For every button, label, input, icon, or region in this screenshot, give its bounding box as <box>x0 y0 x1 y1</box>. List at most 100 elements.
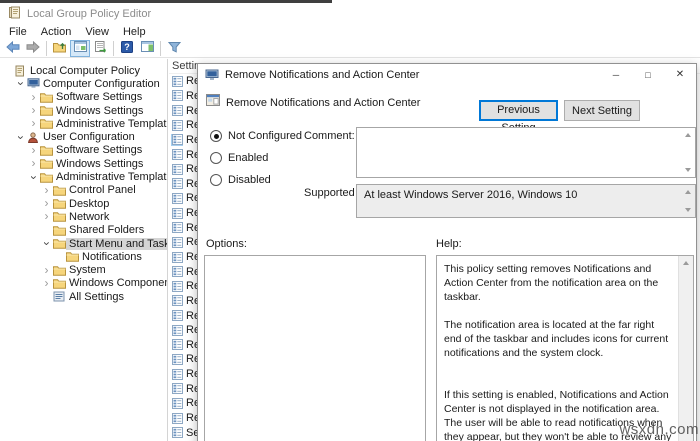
scroll-up-icon[interactable] <box>683 261 689 265</box>
scroll-up-icon[interactable] <box>685 190 691 194</box>
folder-icon <box>39 92 53 103</box>
up-folder-icon <box>53 41 67 56</box>
minimize-icon[interactable]: ─ <box>600 64 632 85</box>
policy-item-icon <box>171 133 183 146</box>
folder-icon <box>39 105 53 116</box>
chevron-right-icon[interactable]: › <box>28 144 39 156</box>
chevron-down-icon[interactable]: › <box>40 238 54 249</box>
gpedit-icon <box>8 6 21 22</box>
tree-item-software-settings[interactable]: › Software Settings <box>0 144 167 157</box>
policy-item-icon <box>171 105 183 117</box>
all-settings-icon <box>52 291 66 302</box>
chevron-right-icon[interactable]: › <box>41 184 52 196</box>
toolbar-separator <box>46 40 47 56</box>
policy-item-icon <box>171 368 183 380</box>
action-pane-icon[interactable] <box>137 40 157 57</box>
tree-item-local-computer-policy[interactable]: Local Computer Policy <box>0 64 167 77</box>
console-tree-icon[interactable] <box>70 39 90 57</box>
chevron-right-icon[interactable]: › <box>41 197 52 209</box>
main-window-titlebar: Local Group Policy Editor <box>0 3 700 24</box>
folder-icon <box>39 145 53 156</box>
toolbar: ? <box>0 39 700 58</box>
chevron-down-icon[interactable]: › <box>14 78 28 89</box>
export-list-icon[interactable] <box>90 40 110 57</box>
tree-item-shared-folders[interactable]: Shared Folders <box>0 224 167 237</box>
dialog-heading: Remove Notifications and Action Center <box>226 97 421 109</box>
tree-item-computer-configuration[interactable]: › Computer Configuration <box>0 77 167 90</box>
chevron-right-icon[interactable]: › <box>28 157 39 169</box>
tree-item-notifications[interactable]: Notifications <box>0 250 167 263</box>
policy-item-icon <box>171 149 183 161</box>
policy-item-icon <box>171 339 183 351</box>
tree-item-label: Windows Components <box>69 277 167 290</box>
help-scrollbar[interactable] <box>678 256 693 441</box>
tree-item-control-panel[interactable]: › Control Panel <box>0 184 167 197</box>
radio-label: Not Configured <box>228 130 302 142</box>
menu-item-view[interactable]: View <box>78 26 116 38</box>
state-radio-group: Not Configured Enabled Disabled <box>210 128 302 194</box>
menu-item-file[interactable]: File <box>2 26 34 38</box>
tree-item-software-settings[interactable]: › Software Settings <box>0 91 167 104</box>
filter-icon[interactable] <box>164 40 184 57</box>
policy-item-icon <box>171 222 183 234</box>
radio-enabled[interactable]: Enabled <box>210 150 302 166</box>
chevron-right-icon[interactable]: › <box>41 277 52 289</box>
comment-input[interactable] <box>356 127 696 178</box>
toolbar-separator <box>160 40 161 56</box>
policy-setting-dialog: Remove Notifications and Action Center ─… <box>197 63 697 441</box>
policy-item-icon <box>171 119 183 131</box>
tree-item-label: Local Computer Policy <box>30 64 141 77</box>
policy-item-icon <box>171 207 183 219</box>
policy-item-icon <box>171 383 183 395</box>
chevron-right-icon[interactable]: › <box>41 264 52 276</box>
previous-setting-button[interactable]: Previous Setting <box>479 100 558 134</box>
radio-label: Enabled <box>228 152 269 164</box>
scroll-up-icon[interactable] <box>685 133 691 137</box>
dialog-titlebar: Remove Notifications and Action Center ─… <box>198 64 696 85</box>
supported-on-value: At least Windows Server 2016, Windows 10 <box>356 184 696 218</box>
tree-item-desktop[interactable]: › Desktop <box>0 197 167 210</box>
tree-item-label: Software Settings <box>56 91 143 104</box>
policy-item-icon <box>171 163 183 175</box>
policy-item-icon <box>171 397 183 409</box>
tree-item-label: All Settings <box>69 290 125 303</box>
menu-item-action[interactable]: Action <box>34 26 79 38</box>
menu-item-help[interactable]: Help <box>116 26 153 38</box>
chevron-down-icon[interactable]: › <box>14 132 28 143</box>
tree-item-windows-settings[interactable]: › Windows Settings <box>0 104 167 117</box>
tree-item-label: Windows Settings <box>56 104 144 117</box>
chevron-right-icon[interactable]: › <box>28 104 39 116</box>
chevron-right-icon[interactable]: › <box>28 117 39 129</box>
radio-not-configured[interactable]: Not Configured <box>210 128 302 144</box>
tree-item-windows-components[interactable]: › Windows Components <box>0 277 168 290</box>
policy-item-icon <box>171 178 183 190</box>
back-arrow-icon[interactable] <box>3 40 23 57</box>
tree-item-administrative-templates[interactable]: › Administrative Templates <box>0 170 167 183</box>
console-root-icon <box>13 65 27 77</box>
tree-item-user-configuration[interactable]: › User Configuration <box>0 130 167 143</box>
tree-item-start-menu-and-taskbar[interactable]: › Start Menu and Taskbar <box>0 237 167 250</box>
tree-item-network[interactable]: › Network <box>0 210 167 223</box>
filter-icon <box>167 41 181 56</box>
tree-item-all-settings[interactable]: All Settings <box>0 290 167 303</box>
tree-item-label: Administrative Templates <box>56 117 168 130</box>
help-icon[interactable]: ? <box>117 40 137 57</box>
maximize-icon[interactable]: □ <box>632 64 664 85</box>
tree-item-administrative-templates[interactable]: › Administrative Templates <box>0 117 168 130</box>
scroll-down-icon[interactable] <box>685 208 691 212</box>
chevron-right-icon[interactable]: › <box>28 91 39 103</box>
radio-disabled[interactable]: Disabled <box>210 172 302 188</box>
next-setting-button[interactable]: Next Setting <box>564 100 640 121</box>
forward-arrow-icon[interactable] <box>23 40 43 57</box>
up-folder-icon[interactable] <box>50 40 70 57</box>
chevron-right-icon[interactable]: › <box>41 210 52 222</box>
options-label: Options: <box>206 238 247 250</box>
chevron-down-icon[interactable]: › <box>27 172 41 183</box>
policy-setting-icon <box>206 94 220 109</box>
dialog-title: Remove Notifications and Action Center <box>225 68 420 81</box>
tree-item-system[interactable]: › System <box>0 263 167 277</box>
scroll-down-icon[interactable] <box>685 168 691 172</box>
tree-item-windows-settings[interactable]: › Windows Settings <box>0 157 167 170</box>
radio-label: Disabled <box>228 174 271 186</box>
close-icon[interactable]: ✕ <box>664 64 696 85</box>
